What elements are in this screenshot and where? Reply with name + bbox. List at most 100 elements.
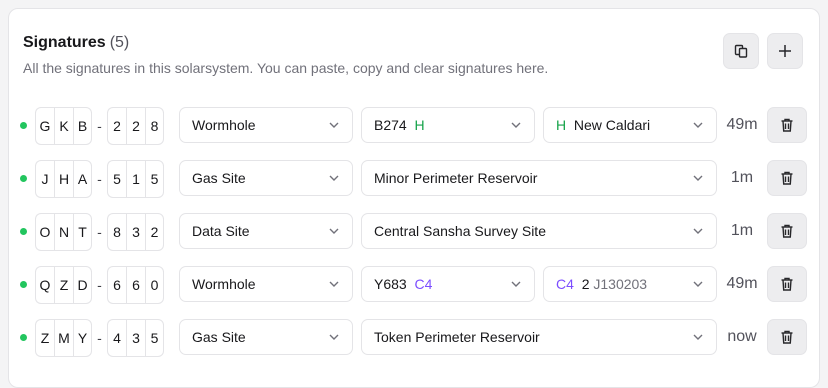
signature-id-input[interactable]: Q Z D - 6 6 0 <box>35 266 164 304</box>
wormhole-type-select[interactable]: B274 H <box>361 107 535 143</box>
sig-char[interactable]: D <box>73 266 92 304</box>
wormhole-class: C4 <box>414 276 433 292</box>
sig-char[interactable]: B <box>73 107 92 145</box>
sig-char[interactable]: Q <box>35 266 54 304</box>
chevron-down-icon <box>693 281 703 287</box>
plus-icon <box>779 45 791 57</box>
signature-age: 1m <box>730 222 754 239</box>
destination-select[interactable]: H New Caldari <box>543 107 717 143</box>
type-value: Gas Site <box>192 329 246 345</box>
chevron-down-icon <box>693 334 703 340</box>
signature-age: 49m <box>726 275 758 292</box>
delete-signature-button[interactable] <box>767 160 807 196</box>
sig-char[interactable]: 2 <box>107 107 126 145</box>
signature-id-input[interactable]: Z M Y - 4 3 5 <box>35 319 164 357</box>
trash-icon <box>781 330 793 344</box>
sig-char[interactable]: 8 <box>145 107 164 145</box>
status-dot <box>20 122 27 129</box>
trash-icon <box>781 224 793 238</box>
sig-char[interactable]: 4 <box>107 319 126 357</box>
sig-char[interactable]: A <box>73 160 92 198</box>
delete-signature-button[interactable] <box>767 319 807 355</box>
copy-icon <box>734 44 748 58</box>
sig-separator: - <box>97 224 102 240</box>
signature-row: Q Z D - 6 6 0 Wormhole Y683 C4 C4 2 J130… <box>8 266 820 304</box>
type-select[interactable]: Data Site <box>179 213 353 249</box>
site-name: Minor Perimeter Reservoir <box>374 170 538 186</box>
signature-age: 49m <box>726 116 758 133</box>
sig-char[interactable]: G <box>35 107 54 145</box>
sig-char[interactable]: 8 <box>107 213 126 251</box>
site-name-select[interactable]: Central Sansha Survey Site <box>361 213 717 249</box>
sig-char[interactable]: Y <box>73 319 92 357</box>
delete-signature-button[interactable] <box>767 266 807 302</box>
sig-char[interactable]: Z <box>54 266 73 304</box>
site-name: Token Perimeter Reservoir <box>374 329 540 345</box>
sig-char[interactable]: 5 <box>145 160 164 198</box>
signature-age: now <box>727 328 757 345</box>
sig-char[interactable]: 2 <box>126 107 145 145</box>
signature-row: G K B - 2 2 8 Wormhole B274 H H New Cald… <box>8 107 820 145</box>
destination-name: J130203 <box>593 276 648 292</box>
type-select[interactable]: Wormhole <box>179 107 353 143</box>
sig-char[interactable]: 0 <box>145 266 164 304</box>
destination-class: C4 <box>556 276 574 292</box>
wormhole-class: H <box>414 117 425 133</box>
destination-select[interactable]: C4 2 J130203 <box>543 266 717 302</box>
wormhole-type-select[interactable]: Y683 C4 <box>361 266 535 302</box>
sig-char[interactable]: 5 <box>107 160 126 198</box>
sig-separator: - <box>97 277 102 293</box>
destination-name: New Caldari <box>573 117 651 133</box>
sig-char[interactable]: 6 <box>107 266 126 304</box>
chevron-down-icon <box>511 122 521 128</box>
sig-char[interactable]: 2 <box>145 213 164 251</box>
sig-char[interactable]: M <box>54 319 73 357</box>
sig-char[interactable]: 5 <box>145 319 164 357</box>
signature-id-input[interactable]: G K B - 2 2 8 <box>35 107 164 145</box>
add-signature-button[interactable] <box>767 33 803 69</box>
chevron-down-icon <box>693 122 703 128</box>
sig-char[interactable]: 6 <box>126 266 145 304</box>
sig-char[interactable]: H <box>54 160 73 198</box>
sig-char[interactable]: J <box>35 160 54 198</box>
sig-char[interactable]: Z <box>35 319 54 357</box>
sig-separator: - <box>97 171 102 187</box>
type-value: Data Site <box>192 223 250 239</box>
chevron-down-icon <box>693 228 703 234</box>
type-select[interactable]: Wormhole <box>179 266 353 302</box>
signature-id-input[interactable]: O N T - 8 3 2 <box>35 213 164 251</box>
status-dot <box>20 228 27 235</box>
wormhole-code: Y683 <box>374 276 407 292</box>
signature-age: 1m <box>730 169 754 186</box>
site-name-select[interactable]: Token Perimeter Reservoir <box>361 319 717 355</box>
signature-id-input[interactable]: J H A - 5 1 5 <box>35 160 164 198</box>
delete-signature-button[interactable] <box>767 107 807 143</box>
sig-char[interactable]: O <box>35 213 54 251</box>
type-select[interactable]: Gas Site <box>179 319 353 355</box>
delete-signature-button[interactable] <box>767 213 807 249</box>
type-select[interactable]: Gas Site <box>179 160 353 196</box>
sig-char[interactable]: K <box>54 107 73 145</box>
type-value: Gas Site <box>192 170 246 186</box>
trash-icon <box>781 171 793 185</box>
destination-effect: 2 <box>581 276 590 292</box>
copy-signatures-button[interactable] <box>723 33 759 69</box>
status-dot <box>20 281 27 288</box>
sig-char[interactable]: T <box>73 213 92 251</box>
status-dot <box>20 175 27 182</box>
chevron-down-icon <box>511 281 521 287</box>
sig-char[interactable]: 3 <box>126 319 145 357</box>
status-dot <box>20 334 27 341</box>
trash-icon <box>781 277 793 291</box>
panel-header: Signatures (5) All the signatures in this… <box>23 33 548 77</box>
sig-separator: - <box>97 118 102 134</box>
chevron-down-icon <box>329 334 339 340</box>
sig-char[interactable]: 3 <box>126 213 145 251</box>
site-name-select[interactable]: Minor Perimeter Reservoir <box>361 160 717 196</box>
chevron-down-icon <box>329 175 339 181</box>
signature-row: J H A - 5 1 5 Gas Site Minor Perimeter R… <box>8 160 820 198</box>
chevron-down-icon <box>329 122 339 128</box>
sig-char[interactable]: 1 <box>126 160 145 198</box>
sig-char[interactable]: N <box>54 213 73 251</box>
site-name: Central Sansha Survey Site <box>374 223 546 239</box>
